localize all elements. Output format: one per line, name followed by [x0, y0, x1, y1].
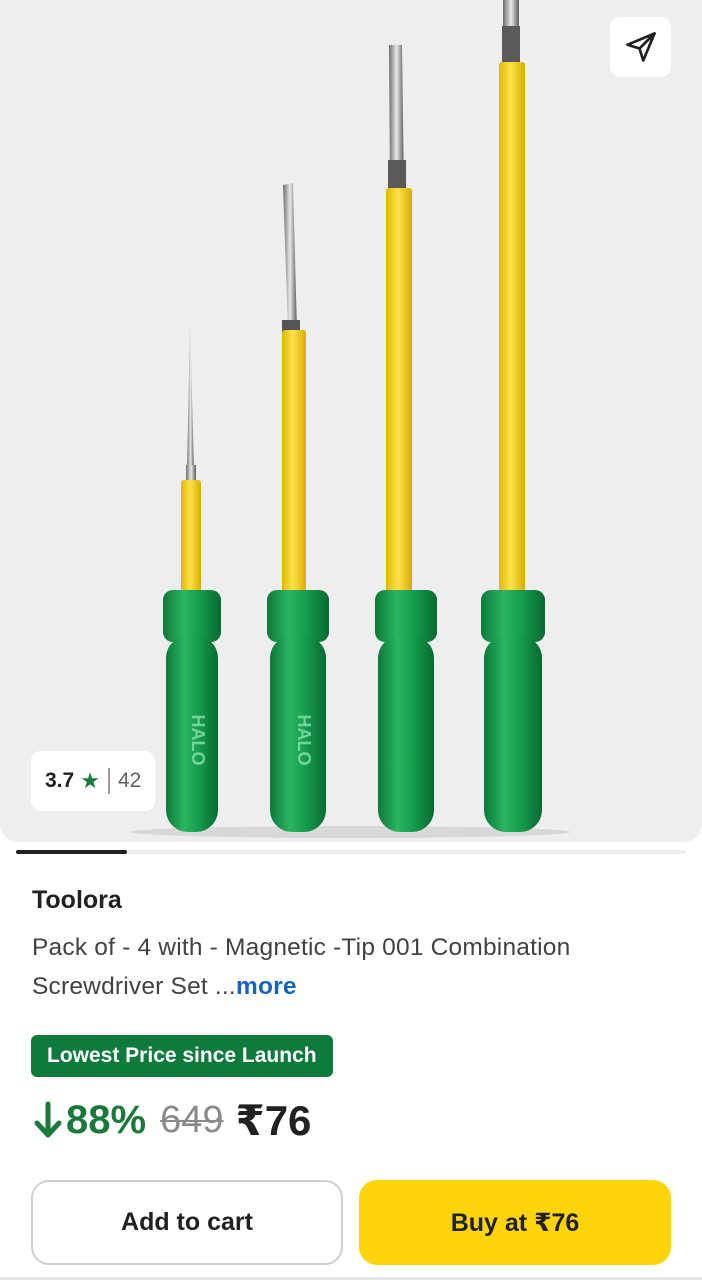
add-to-cart-button[interactable]: Add to cart — [31, 1180, 343, 1265]
screwdriver-4 — [481, 0, 545, 832]
carousel-progress — [16, 850, 686, 854]
arrow-down-icon — [34, 1101, 62, 1138]
rating-badge[interactable]: 3.7 ★ 42 — [31, 751, 156, 811]
buy-now-button[interactable]: Buy at ₹76 — [359, 1180, 671, 1265]
product-title-text: Pack of - 4 with - Magnetic -Tip 001 Com… — [32, 934, 571, 1000]
carousel-progress-indicator — [16, 850, 127, 854]
rating-value: 3.7 — [45, 769, 75, 792]
lowest-price-badge: Lowest Price since Launch — [31, 1035, 333, 1077]
final-price: ₹76 — [235, 1096, 312, 1144]
screwdriver-2: HALO — [267, 183, 329, 832]
rating-divider — [107, 768, 110, 794]
discount-percent: 88% — [66, 1097, 147, 1142]
screwdriver-3 — [375, 45, 437, 832]
price-row: 88% 649 ₹76 — [32, 1094, 311, 1146]
share-button[interactable] — [610, 17, 671, 77]
screwdriver-1: HALO — [163, 322, 221, 832]
product-image: HALO HALO — [130, 0, 570, 838]
product-title: Pack of - 4 with - Magnetic -Tip 001 Com… — [32, 928, 682, 1006]
more-link[interactable]: more — [236, 973, 297, 1000]
rating-count: 42 — [117, 769, 142, 792]
send-share-icon — [625, 32, 656, 62]
original-price: 649 — [160, 1098, 224, 1141]
star-icon: ★ — [80, 768, 100, 793]
brand-name: Toolora — [32, 886, 122, 914]
product-image-carousel[interactable]: HALO HALO 3.7 ★ 42 — [0, 0, 702, 842]
handle-text: HALO — [294, 715, 314, 766]
handle-text: HALO — [188, 715, 208, 766]
